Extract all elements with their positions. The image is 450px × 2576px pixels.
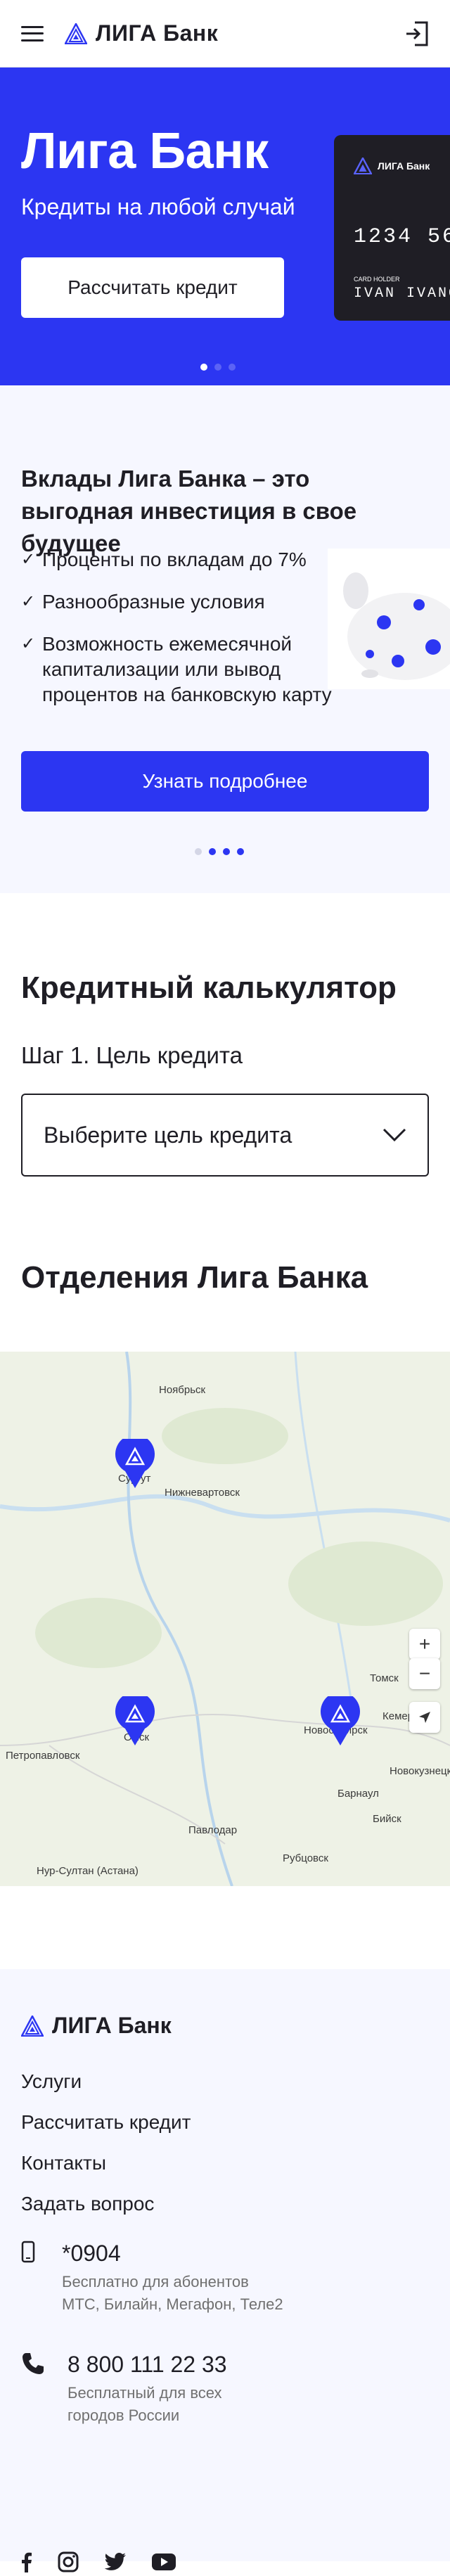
site-footer: ЛИГА Банк Услуги Рассчитать кредит Конта… [0, 1886, 450, 2572]
credit-calculator: Кредитный калькулятор Шаг 1. Цель кредит… [0, 893, 450, 1273]
twitter-icon[interactable] [104, 2553, 127, 2575]
select-value: Выберите цель кредита [44, 1122, 292, 1148]
calculate-credit-button[interactable]: Рассчитать кредит [21, 257, 284, 318]
footer-link-ask[interactable]: Задать вопрос [21, 2190, 191, 2231]
zoom-out-button[interactable]: − [409, 1658, 440, 1689]
slider-dot[interactable] [237, 848, 244, 855]
card-holder-name: IVAN IVANOV [354, 286, 450, 302]
slider-dot-active[interactable] [209, 848, 216, 855]
list-item: ✓ Проценты по вкладам до 7% [21, 547, 352, 572]
card-number: 1234 5678 9012 3456 [354, 225, 450, 249]
logo-icon [65, 23, 87, 44]
checkmark-icon: ✓ [21, 634, 36, 653]
instagram-icon[interactable] [58, 2551, 79, 2576]
site-header: ЛИГА Банк [0, 0, 450, 68]
card-brand: ЛИГА Банк [378, 160, 430, 172]
map-label: Томск [370, 1672, 399, 1684]
facebook-icon[interactable] [21, 2551, 32, 2576]
burger-menu-icon[interactable] [21, 25, 44, 41]
map-label: Петропавловск [6, 1750, 80, 1762]
calculator-title: Кредитный калькулятор [21, 970, 397, 1005]
deposits-title: Вклады Лига Банка – это выгодная инвести… [21, 466, 357, 556]
logo-text: ЛИГА Банк [96, 20, 219, 46]
list-item-text: Возможность ежемесячной капитализации ил… [42, 633, 332, 705]
logo-text: ЛИГА Банк [52, 2013, 172, 2038]
footer-link-calculate[interactable]: Рассчитать кредит [21, 2108, 191, 2149]
logo-icon [21, 2015, 44, 2037]
chevron-down-icon [382, 1128, 406, 1142]
card-holder-label: CARD HOLDER [354, 276, 400, 283]
branches-map[interactable]: Ноябрьск Сургут Нижневартовск Омск Новос… [0, 1352, 450, 1886]
checkmark-icon: ✓ [21, 550, 36, 569]
card-logo-icon [354, 158, 372, 174]
short-phone[interactable]: *0904 [62, 2241, 283, 2267]
map-pin-icon[interactable] [115, 1439, 155, 1489]
branches-title: Отделения Лига Банка [21, 1260, 368, 1295]
map-label: Рубцовск [283, 1852, 328, 1864]
piggy-bank-image [328, 549, 450, 689]
location-arrow-icon [419, 1712, 430, 1723]
map-label: Нижневартовск [165, 1487, 240, 1499]
contact-mobile: *0904 Бесплатно для абонентов МТС, Билай… [21, 2241, 283, 2316]
login-icon[interactable] [405, 21, 429, 46]
phone-note: МТС, Билайн, Мегафон, Теле2 [62, 2295, 283, 2313]
hero-title: Лига Банк [21, 123, 269, 179]
social-links [21, 2551, 201, 2576]
slider-dot[interactable] [223, 848, 230, 855]
map-label: Ноябрьск [159, 1384, 206, 1396]
footer-link-services[interactable]: Услуги [21, 2068, 191, 2108]
phone-note: Бесплатно для абонентов [62, 2273, 249, 2290]
footer-logo[interactable]: ЛИГА Банк [21, 2013, 172, 2039]
map-label: Нур-Султан (Астана) [37, 1865, 139, 1877]
phone-note: Бесплатный для всех [68, 2384, 222, 2402]
list-item: ✓ Возможность ежемесячной капитализации и… [21, 632, 352, 707]
map-label: Бийск [373, 1813, 401, 1825]
learn-more-button[interactable]: Узнать подробнее [21, 751, 429, 812]
calculator-step: Шаг 1. Цель кредита [21, 1042, 243, 1068]
list-item-text: Проценты по вкладам до 7% [42, 549, 307, 570]
hero-subtitle: Кредиты на любой случай [21, 194, 295, 219]
deposits-list: ✓ Проценты по вкладам до 7% ✓ Разнообразны… [21, 547, 352, 724]
list-item: ✓ Разнообразные условия [21, 589, 352, 615]
checkmark-icon: ✓ [21, 592, 36, 611]
hotline-phone[interactable]: 8 800 111 22 33 [68, 2352, 227, 2378]
map-label: Барнаул [338, 1788, 379, 1800]
deposits-section: Вклады Лига Банка – это выгодная инвести… [0, 385, 450, 893]
map-pin-icon[interactable] [115, 1696, 155, 1747]
slider-dot[interactable] [229, 364, 236, 371]
phone-icon [22, 2353, 44, 2374]
phone-note: городов России [68, 2407, 180, 2424]
slider-dot[interactable] [195, 848, 202, 855]
bank-card-image: ЛИГА Банк 1234 5678 9012 3456 CARD HOLDE… [334, 135, 450, 321]
youtube-icon[interactable] [152, 2553, 176, 2574]
map-label: Новокузнецк [390, 1765, 450, 1777]
branches-section: Отделения Лига Банка [0, 1260, 450, 1352]
logo[interactable]: ЛИГА Банк [65, 20, 218, 46]
geolocation-button[interactable] [409, 1702, 440, 1733]
hero-slider: Лига Банк Кредиты на любой случай Рассчи… [0, 68, 450, 385]
map-background [0, 1352, 450, 1886]
map-pin-icon[interactable] [321, 1696, 360, 1747]
footer-link-contacts[interactable]: Контакты [21, 2149, 191, 2190]
map-label: Павлодар [188, 1824, 238, 1836]
credit-purpose-select[interactable]: Выберите цель кредита [21, 1094, 429, 1177]
list-item-text: Разнообразные условия [42, 591, 265, 613]
deposits-slider-dots [191, 848, 248, 855]
slider-dot[interactable] [214, 364, 221, 371]
mobile-phone-icon [21, 2241, 35, 2263]
slider-dot-active[interactable] [200, 364, 207, 371]
contact-landline: 8 800 111 22 33 Бесплатный для всех горо… [21, 2352, 227, 2427]
hero-slider-dots [197, 364, 239, 371]
zoom-in-button[interactable]: + [409, 1629, 440, 1660]
footer-nav: Услуги Рассчитать кредит Контакты Задать… [21, 2068, 191, 2231]
